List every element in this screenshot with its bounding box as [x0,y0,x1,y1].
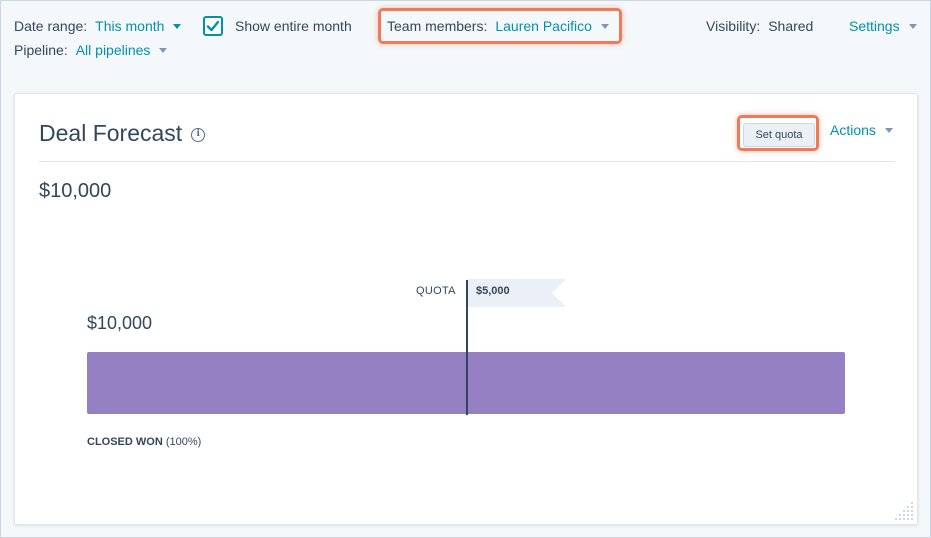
show-entire-month-checkbox[interactable] [203,16,223,36]
chevron-down-icon[interactable] [173,24,182,29]
stage-percent: (100%) [165,436,202,448]
team-members-filter[interactable]: Team members: Lauren Pacifico [387,17,609,35]
actions-dropdown[interactable]: Actions [830,122,893,138]
card-title: Deal Forecast i [39,120,206,147]
resize-handle-icon[interactable] [893,500,915,522]
bar-value-label: $10,000 [87,313,153,333]
date-range-value[interactable]: This month [95,17,164,35]
show-entire-month-label: Show entire month [235,18,352,34]
settings-label[interactable]: Settings [849,17,900,35]
quota-label: QUOTA [416,285,456,297]
date-range-label: Date range: [14,18,88,34]
card-title-text: Deal Forecast [39,120,183,146]
settings-dropdown[interactable]: Settings [849,17,917,35]
filter-bar: Date range: This month Show entire month… [1,1,931,81]
team-members-value[interactable]: Lauren Pacifico [495,17,592,35]
report-frame: Date range: This month Show entire month… [0,0,931,538]
chevron-down-icon[interactable] [600,24,609,29]
visibility-status: Visibility: Shared [706,17,813,35]
set-quota-button[interactable]: Set quota [743,123,815,147]
chevron-down-icon[interactable] [908,24,917,29]
pipeline-label: Pipeline: [14,42,68,58]
visibility-value: Shared [768,18,814,34]
stage-label: CLOSED WON (100%) [87,436,201,448]
pipeline-value[interactable]: All pipelines [76,41,151,59]
actions-label[interactable]: Actions [830,122,876,138]
visibility-label: Visibility: [706,18,761,34]
show-entire-month-toggle[interactable]: Show entire month [203,16,360,36]
quota-amount: $5,000 [476,285,510,297]
pipeline-filter[interactable]: Pipeline: All pipelines [14,41,168,59]
date-range-filter[interactable]: Date range: This month [14,17,182,35]
checkmark-icon [206,20,220,32]
chevron-down-icon[interactable] [884,128,893,133]
stage-name: CLOSED WON [87,436,163,448]
deal-forecast-card: Deal Forecast i Set quota Actions $10,00… [14,93,918,525]
forecast-total: $10,000 [39,180,112,202]
chevron-down-icon[interactable] [159,48,168,53]
info-icon[interactable]: i [191,128,206,142]
team-members-label: Team members: [387,18,488,34]
card-divider [39,161,895,162]
